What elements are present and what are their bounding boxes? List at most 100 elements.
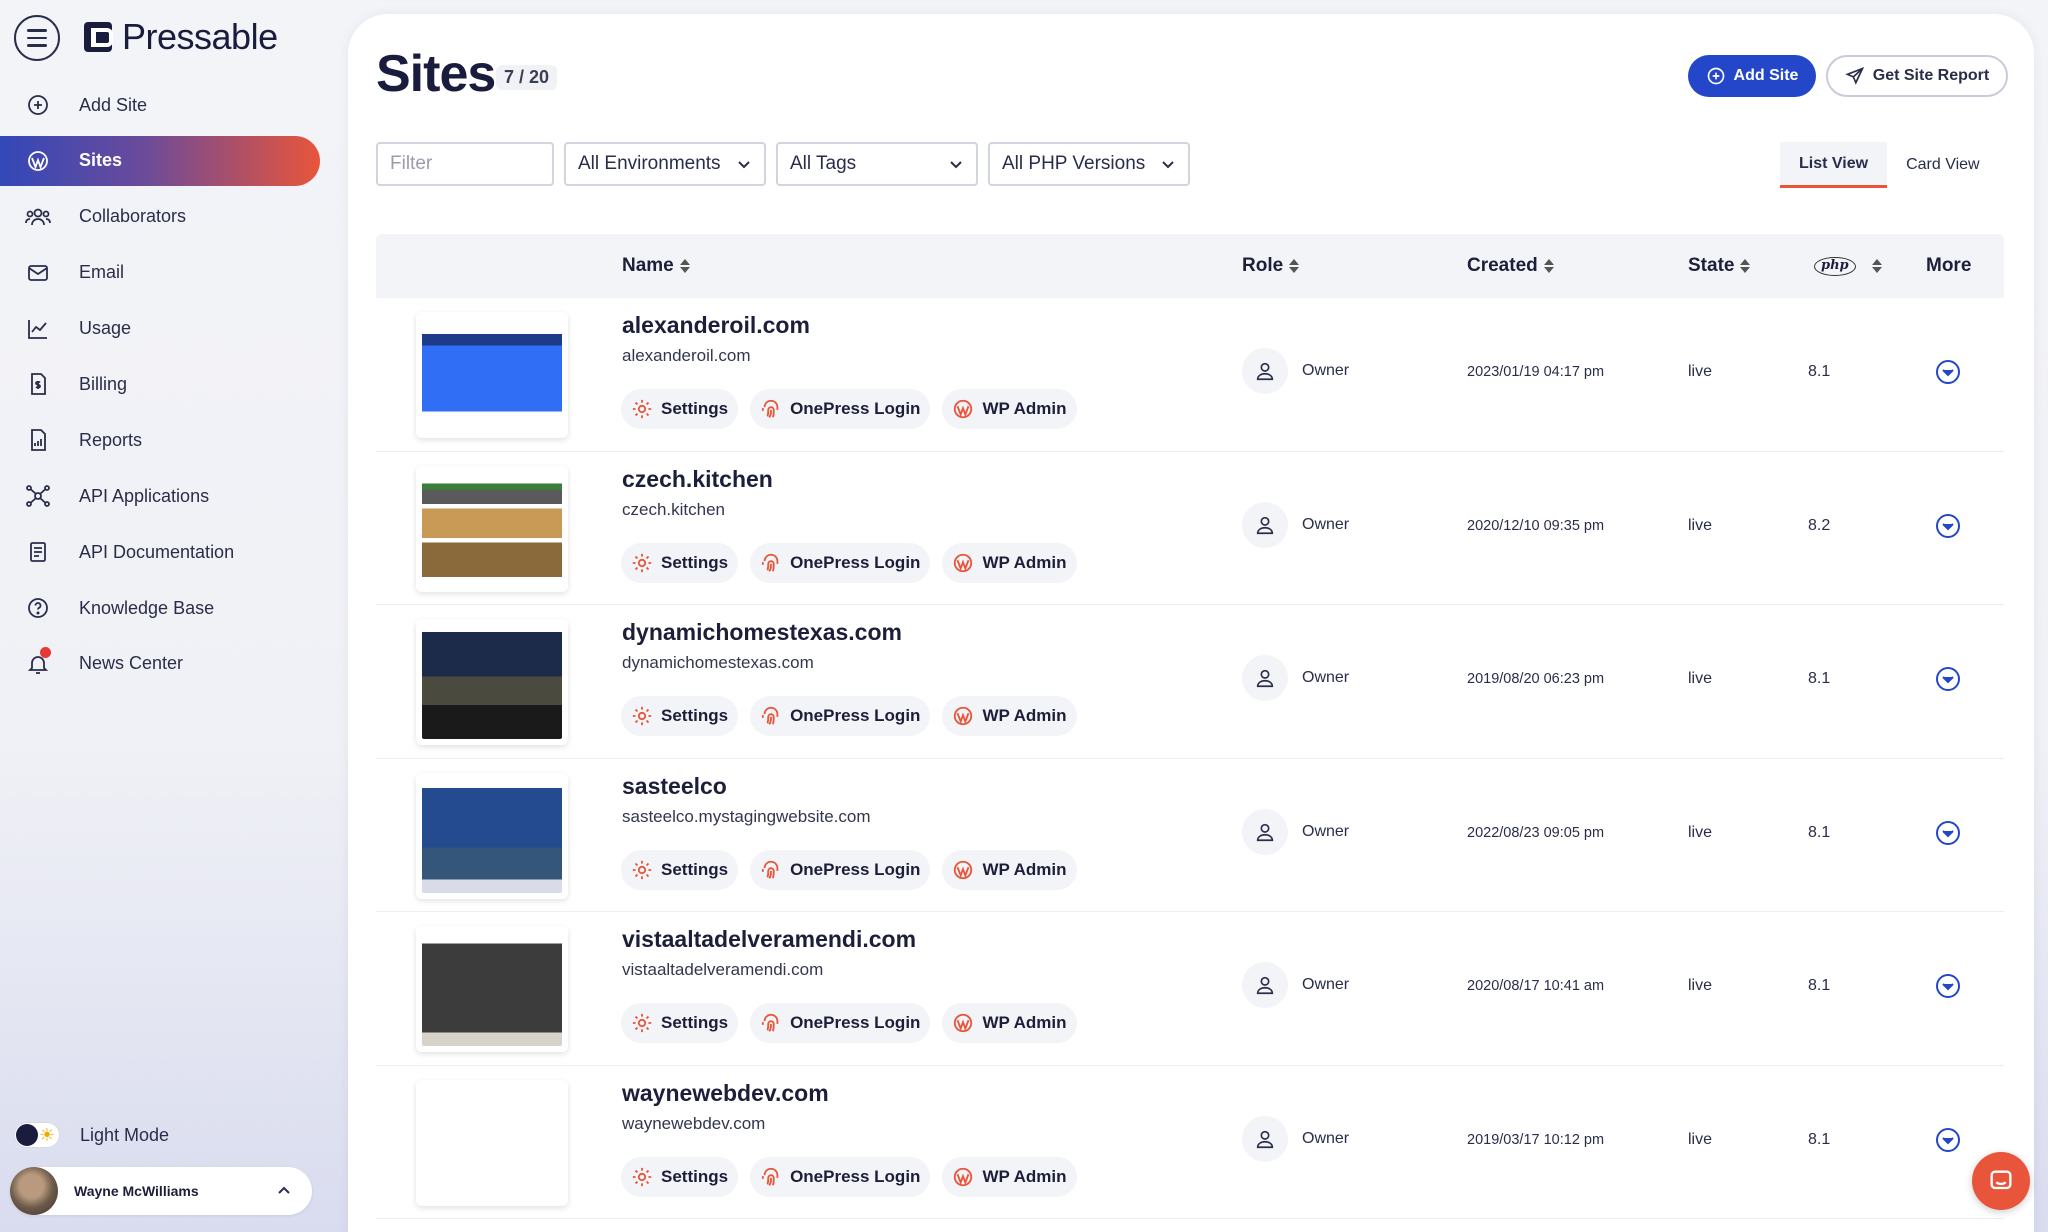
- site-name[interactable]: waynewebdev.com: [622, 1080, 829, 1107]
- site-domain[interactable]: alexanderoil.com: [622, 346, 751, 366]
- column-role[interactable]: Role: [1242, 234, 1300, 298]
- user-icon: [1242, 1115, 1288, 1162]
- sidebar-item-collaborators[interactable]: Collaborators: [0, 192, 320, 242]
- sidebar-item-add-site[interactable]: Add Site: [0, 80, 320, 130]
- settings-button[interactable]: Settings: [621, 1156, 739, 1197]
- php-versions-select[interactable]: All PHP Versions: [988, 142, 1190, 186]
- site-name[interactable]: czech.kitchen: [622, 466, 773, 493]
- add-site-button[interactable]: Add Site: [1688, 55, 1816, 97]
- site-domain[interactable]: dynamichomestexas.com: [622, 653, 814, 673]
- onepress-login-button[interactable]: OnePress Login: [750, 389, 931, 429]
- onepress-login-button[interactable]: OnePress Login: [750, 849, 931, 890]
- light-mode-toggle[interactable]: ☀ Light Mode: [14, 1122, 169, 1148]
- site-thumbnail[interactable]: [416, 465, 568, 592]
- role-cell: Owner: [1242, 962, 1349, 1008]
- column-php[interactable]: php: [1814, 234, 1882, 298]
- wp-admin-button[interactable]: WP Admin: [942, 1156, 1077, 1197]
- wp-admin-button[interactable]: WP Admin: [942, 1003, 1077, 1043]
- tags-select[interactable]: All Tags: [776, 142, 978, 186]
- wp-admin-label: WP Admin: [982, 859, 1067, 879]
- tab-list-view[interactable]: List View: [1780, 142, 1888, 188]
- site-name[interactable]: alexanderoil.com: [622, 312, 810, 339]
- wp-admin-button[interactable]: WP Admin: [942, 849, 1077, 890]
- site-domain[interactable]: sasteelco.mystagingwebsite.com: [622, 807, 871, 827]
- wp-admin-button[interactable]: WP Admin: [942, 542, 1077, 583]
- site-name[interactable]: sasteelco: [622, 773, 727, 800]
- more-options-icon[interactable]: [1934, 512, 1962, 540]
- chat-button[interactable]: [1972, 1152, 2030, 1210]
- site-name[interactable]: dynamichomestexas.com: [622, 619, 902, 646]
- sidebar-nav: Add Site Sites Collaborators Email Usage…: [0, 80, 320, 695]
- sidebar-item-usage[interactable]: Usage: [0, 304, 320, 354]
- sidebar-item-label: Billing: [79, 373, 128, 394]
- more-options-icon[interactable]: [1934, 819, 1962, 847]
- settings-button[interactable]: Settings: [621, 849, 739, 890]
- billing-doc-icon: [24, 370, 52, 398]
- user-menu[interactable]: Wayne McWilliams: [10, 1167, 312, 1215]
- column-created[interactable]: Created: [1467, 234, 1554, 298]
- more-options-icon[interactable]: [1934, 358, 1962, 386]
- onepress-login-button[interactable]: OnePress Login: [750, 1003, 931, 1043]
- tab-card-view[interactable]: Card View: [1887, 142, 1999, 188]
- more-options-icon[interactable]: [1934, 1126, 1962, 1154]
- site-thumbnail[interactable]: [416, 312, 568, 438]
- table-row: vistaaltadelveramendi.com vistaaltadelve…: [376, 912, 2004, 1066]
- menu-icon[interactable]: [14, 15, 60, 61]
- onepress-login-label: OnePress Login: [790, 706, 921, 725]
- onepress-login-button[interactable]: OnePress Login: [750, 542, 931, 583]
- site-name[interactable]: vistaaltadelveramendi.com: [622, 926, 916, 953]
- user-icon: [1242, 808, 1288, 855]
- chevron-down-icon: [1162, 161, 1174, 169]
- onepress-login-button[interactable]: OnePress Login: [750, 1156, 931, 1197]
- environments-select[interactable]: All Environments: [564, 142, 766, 186]
- sidebar-item-reports[interactable]: Reports: [0, 415, 320, 465]
- settings-button[interactable]: Settings: [621, 542, 739, 583]
- sidebar-item-sites[interactable]: Sites: [0, 135, 320, 186]
- settings-button[interactable]: Settings: [621, 696, 739, 736]
- created-date: 2020/12/10 09:35 pm: [1467, 517, 1605, 534]
- wordpress-icon: [954, 553, 973, 572]
- column-state[interactable]: State: [1688, 234, 1751, 298]
- filter-input[interactable]: Filter: [376, 142, 554, 186]
- column-label: State: [1688, 255, 1735, 276]
- sidebar-item-news-center[interactable]: News Center: [0, 639, 320, 689]
- site-thumbnail[interactable]: [416, 1079, 568, 1206]
- onepress-login-label: OnePress Login: [790, 859, 921, 879]
- site-screenshot: [422, 625, 562, 739]
- wp-admin-button[interactable]: WP Admin: [942, 696, 1077, 736]
- users-icon: [24, 203, 52, 231]
- column-name[interactable]: Name: [622, 234, 690, 298]
- sidebar-item-email[interactable]: Email: [0, 248, 320, 298]
- settings-button[interactable]: Settings: [621, 1003, 739, 1043]
- get-site-report-button[interactable]: Get Site Report: [1826, 55, 2008, 97]
- sidebar-item-api-applications[interactable]: API Applications: [0, 471, 320, 521]
- fingerprint-icon: [761, 553, 779, 572]
- site-domain[interactable]: waynewebdev.com: [622, 1114, 765, 1134]
- site-domain[interactable]: vistaaltadelveramendi.com: [622, 960, 823, 980]
- column-label: More: [1926, 255, 1972, 276]
- site-thumbnail[interactable]: [416, 772, 568, 899]
- site-screenshot: [422, 1085, 562, 1200]
- settings-button[interactable]: Settings: [621, 389, 739, 429]
- more-options-icon[interactable]: [1934, 972, 1962, 1000]
- php-version: 8.1: [1808, 1130, 1831, 1148]
- gear-icon: [632, 1013, 652, 1033]
- wp-admin-button[interactable]: WP Admin: [942, 389, 1077, 429]
- sidebar-item-api-documentation[interactable]: API Documentation: [0, 527, 320, 577]
- site-thumbnail[interactable]: [416, 926, 568, 1052]
- sidebar: Pressable Add Site Sites Collaborators E…: [0, 0, 348, 1232]
- site-domain[interactable]: czech.kitchen: [622, 500, 725, 520]
- site-screenshot: [422, 318, 562, 432]
- mode-switch[interactable]: ☀: [14, 1122, 60, 1148]
- php-version: 8.2: [1808, 516, 1831, 534]
- sidebar-item-knowledge-base[interactable]: Knowledge Base: [0, 583, 320, 633]
- logo[interactable]: Pressable: [84, 16, 278, 58]
- role-cell: Owner: [1242, 1115, 1349, 1162]
- more-options-icon[interactable]: [1934, 665, 1962, 693]
- onepress-login-button[interactable]: OnePress Login: [750, 696, 931, 736]
- site-screenshot: [422, 471, 562, 586]
- sort-icon: [1871, 259, 1882, 273]
- sidebar-item-billing[interactable]: Billing: [0, 359, 320, 409]
- site-thumbnail[interactable]: [416, 619, 568, 745]
- sidebar-item-label: Knowledge Base: [79, 597, 215, 618]
